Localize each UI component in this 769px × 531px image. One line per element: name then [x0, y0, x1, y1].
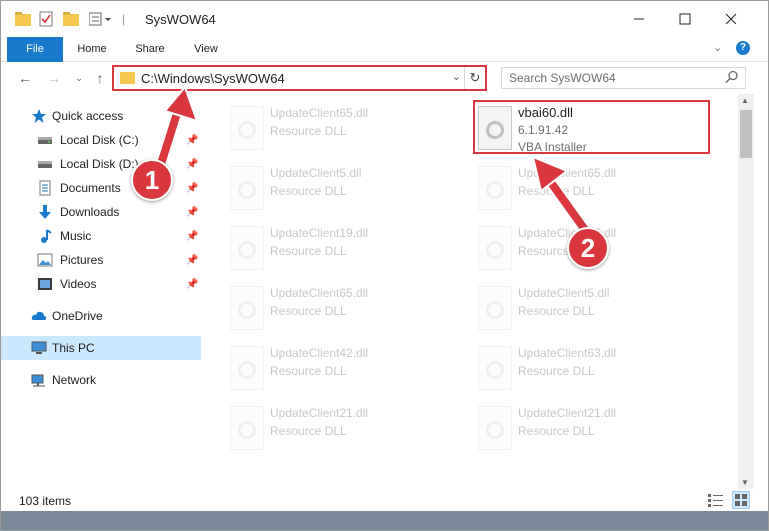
dll-file-icon [478, 226, 512, 270]
cloud-icon [31, 311, 47, 320]
network-icon [31, 374, 45, 387]
explorer-window: | SysWOW64 File Home Share View ⌄ ? ← → … [0, 0, 769, 531]
drive-icon [38, 161, 52, 168]
customize-toolbar-icon[interactable] [89, 10, 113, 28]
download-arrow-icon [39, 205, 51, 219]
tiles-view-icon[interactable] [732, 491, 750, 509]
nav-item-this-pc[interactable]: This PC [1, 336, 201, 360]
scroll-up-icon[interactable]: ▲ [741, 96, 749, 105]
refresh-icon[interactable]: ↻ [464, 67, 485, 89]
title-bar: | SysWOW64 [1, 1, 768, 37]
nav-item-pictures[interactable]: Pictures 📌 [1, 248, 201, 272]
dll-file-icon [478, 406, 512, 450]
ribbon-tabs: File Home Share View ⌄ ? [1, 37, 768, 97]
forward-arrow-icon[interactable]: → [44, 68, 64, 88]
videos-icon [38, 278, 52, 290]
tab-view[interactable]: View [183, 37, 229, 61]
file-item[interactable]: UpdateClient21.dll Resource DLL [222, 402, 462, 462]
music-note-icon [41, 229, 52, 243]
pin-icon[interactable]: 📌 [186, 279, 198, 290]
details-view-icon[interactable] [708, 493, 724, 507]
dll-file-icon [230, 106, 264, 150]
nav-item-onedrive[interactable]: OneDrive [1, 304, 201, 328]
search-placeholder: Search SysWOW64 [509, 71, 616, 85]
file-list: UpdateClient65.dll Resource DLL UpdateCl… [204, 94, 738, 489]
expand-ribbon-icon[interactable]: ⌄ [713, 41, 722, 54]
file-item[interactable]: UpdateClient63.dll Resource DLL [470, 342, 710, 402]
window-title: SysWOW64 [145, 12, 216, 27]
close-button[interactable] [708, 1, 754, 37]
dll-file-icon [230, 166, 264, 210]
dll-file-icon [478, 346, 512, 390]
search-icon [725, 70, 738, 84]
scroll-down-icon[interactable]: ▼ [741, 478, 749, 487]
nav-item-network[interactable]: Network [1, 368, 201, 392]
vertical-scrollbar[interactable]: ▲ ▼ [738, 94, 754, 489]
toolbar-separator: | [122, 12, 126, 26]
drive-icon [38, 137, 52, 144]
file-item[interactable]: UpdateClient5.dll Resource DLL [470, 282, 710, 342]
dll-file-icon [230, 346, 264, 390]
file-item[interactable]: UpdateClient19.dll Resource DLL [222, 222, 462, 282]
address-dropdown-chevron-icon[interactable]: ⌄ [452, 70, 461, 83]
pictures-icon [37, 253, 53, 267]
pin-icon[interactable]: 📌 [186, 255, 198, 266]
minimize-button[interactable] [616, 1, 662, 37]
dll-file-icon [230, 226, 264, 270]
folder-icon [15, 10, 31, 28]
item-count: 103 items [19, 494, 72, 508]
file-item[interactable]: UpdateClient65.dll Resource DLL [222, 102, 462, 162]
step-1-badge: 1 [131, 159, 173, 201]
up-arrow-icon[interactable]: ↑ [90, 68, 110, 88]
maximize-button[interactable] [662, 1, 708, 37]
star-icon [32, 109, 46, 123]
pin-icon[interactable]: 📌 [186, 207, 198, 218]
nav-item-videos[interactable]: Videos 📌 [1, 272, 201, 296]
file-item[interactable]: UpdateClient42.dll Resource DLL [222, 342, 462, 402]
file-item[interactable]: UpdateClient5.dll Resource DLL [222, 162, 462, 222]
recent-locations-chevron-icon[interactable]: ⌄ [69, 68, 89, 88]
monitor-icon [31, 341, 47, 354]
properties-icon[interactable] [39, 10, 53, 28]
address-folder-icon [120, 72, 135, 84]
tab-home[interactable]: Home [69, 37, 115, 61]
back-arrow-icon[interactable]: ← [15, 68, 35, 88]
documents-icon [39, 180, 51, 196]
pin-icon[interactable]: 📌 [186, 231, 198, 242]
file-item[interactable]: UpdateClient65.dll Resource DLL [222, 282, 462, 342]
scrollbar-thumb[interactable] [740, 110, 752, 158]
desktop-background-strip [1, 511, 768, 530]
dll-file-icon [478, 286, 512, 330]
search-input[interactable]: Search SysWOW64 [501, 67, 746, 89]
nav-item-music[interactable]: Music 📌 [1, 224, 201, 248]
file-item[interactable]: UpdateClient21.dll Resource DLL [470, 402, 710, 462]
new-folder-icon[interactable] [63, 10, 79, 28]
step-2-badge: 2 [567, 227, 609, 269]
status-bar: 103 items [1, 489, 768, 511]
dll-file-icon [230, 406, 264, 450]
tab-share[interactable]: Share [127, 37, 173, 61]
dll-file-icon [230, 286, 264, 330]
help-icon[interactable]: ? [736, 41, 750, 55]
dll-file-icon [478, 166, 512, 210]
nav-item-downloads[interactable]: Downloads 📌 [1, 200, 201, 224]
